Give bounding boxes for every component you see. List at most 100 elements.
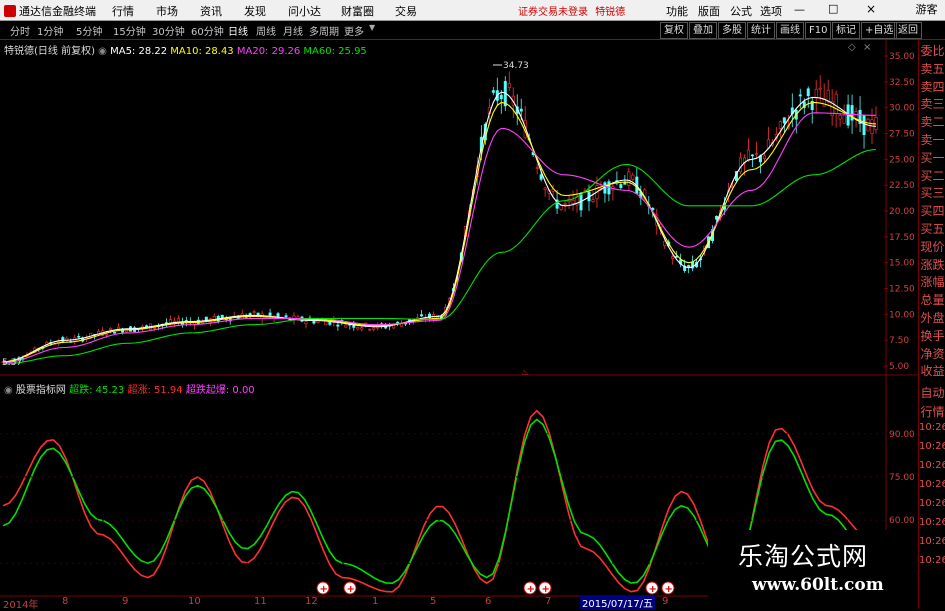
buy-signal-plus: + [665,584,673,595]
period-60min[interactable]: 60分钟 [191,23,224,38]
candle-body [559,205,563,210]
tool-mark[interactable]: 标记 [832,22,860,39]
chart-close-icon[interactable]: × [863,42,871,53]
period-1min[interactable]: 1分钟 [37,23,63,38]
info-label: 卖五 [920,61,945,76]
candle-body [754,153,758,155]
period-30min[interactable]: 30分钟 [152,23,185,38]
tool-stats[interactable]: 统计 [747,22,775,39]
legend-oversold: 超跌: 45.23 [69,385,125,396]
sub-legend-dot-icon: ◉ [4,385,13,396]
watermark-url: www.60lt.com [752,575,884,595]
low-price-label: 5.37 [2,358,22,368]
candle-body [838,114,842,120]
tool-f10[interactable]: F10 [805,22,832,39]
info-label: 换手 [920,328,945,343]
auto-quote-toggle[interactable]: 自动 [919,384,945,401]
guest-button[interactable]: 游客 [908,0,945,20]
menu-quotes[interactable]: 行情 [112,3,134,19]
app-title-text: 通达信金融终端 [19,5,96,18]
period-multi[interactable]: 多周期 [309,23,339,38]
login-notice: 证券交易未登录 特锐德 [518,3,625,18]
period-daily[interactable]: 日线 [228,23,248,38]
info-label: 买三 [920,186,945,201]
menu-function[interactable]: 功能 [666,3,688,19]
candle-body [563,202,567,205]
candle-body [746,149,750,161]
main-chart-legend: 特锐德(日线 前复权) ◉ MA5: 28.22 MA10: 28.43 MA2… [4,42,367,57]
minimize-icon[interactable]: — [794,3,805,16]
period-monthly[interactable]: 月线 [283,23,303,38]
x-label-8: 8 [62,596,69,607]
candle-body [284,315,288,317]
candle-body [619,184,623,188]
tick-time: 10:26 [919,498,945,509]
candle-body [814,88,818,99]
menu-news[interactable]: 资讯 [200,3,222,19]
main-y-tick: 5.00 [889,362,909,372]
close-icon[interactable]: × [866,2,876,16]
info-label: 买一 [920,150,945,165]
candle-body [324,320,328,326]
chart-settings-icon[interactable]: ◇ [848,42,856,53]
right-info-column: 委比 卖五 卖四 卖三 卖二 卖一 买一 买二 买三 买四 买五 现价 涨跌 涨幅 总量 外盘 换手 净资 收益 自动… [918,40,945,609]
candle-body [539,174,543,180]
maximize-icon[interactable]: □ [828,2,838,15]
info-label: 卖二 [920,115,945,130]
info-label: 现价 [920,239,945,254]
period-intraday[interactable]: 分时 [10,23,30,38]
info-label: 买五 [920,222,945,236]
candle-body [571,199,575,204]
menu-wealth[interactable]: 财富圈 [341,3,374,19]
candle-body [336,324,340,327]
info-label: 买四 [920,204,945,219]
tool-draw[interactable]: 画线 [776,22,804,39]
candle-body [268,312,272,316]
period-more[interactable]: 更多 [344,23,364,38]
x-label-9b: 9 [662,596,669,607]
candle-body [368,328,372,331]
info-label: 收益 [920,364,945,379]
tool-multi-stock[interactable]: 多股 [718,22,746,39]
candle-body [109,327,113,330]
tool-back[interactable]: 返回 [894,22,922,39]
candle-body [312,320,316,324]
legend-overbought: 超涨: 51.94 [127,385,183,396]
period-5min[interactable]: 5分钟 [76,23,102,38]
period-weekly[interactable]: 周线 [256,23,276,38]
main-y-tick: 25.00 [889,155,915,165]
candle-body [591,199,595,202]
main-y-tick: 35.00 [889,52,915,62]
menu-ask[interactable]: 问小达 [288,3,321,19]
menu-layout[interactable]: 版面 [698,3,720,19]
menu-market[interactable]: 市场 [156,3,178,19]
info-label: 卖四 [920,79,945,94]
period-toolbar: 分时 1分钟 5分钟 15分钟 30分钟 60分钟 日线 周线 月线 多周期 更… [0,21,945,40]
main-y-tick: 10.00 [889,310,915,320]
more-chevron-icon[interactable]: ▼ [369,23,375,32]
buy-signal-plus: + [320,584,328,595]
menu-discover[interactable]: 发现 [244,3,266,19]
menu-options[interactable]: 选项 [760,3,782,19]
buy-signal-plus: + [347,584,355,595]
candle-body [360,327,364,330]
tool-adjust[interactable]: 复权 [660,22,688,39]
menu-formula[interactable]: 公式 [730,3,752,19]
candle-body [762,155,766,159]
x-label-9: 9 [122,596,129,607]
candle-body [145,325,149,328]
menu-trade[interactable]: 交易 [395,3,417,19]
sub-y-tick: 60.00 [889,516,915,526]
x-label-7: 7 [545,596,552,607]
candle-body [750,154,754,157]
tool-overlay[interactable]: 叠加 [689,22,717,39]
main-y-tick: 12.50 [889,285,915,295]
auto-quote-toggle[interactable]: 行情 [919,403,945,420]
watermark-title: 乐淘公式网 [738,542,869,571]
period-15min[interactable]: 15分钟 [113,23,146,38]
legend-ma5: MA5: 28.22 [110,46,168,57]
tool-add-watchlist[interactable]: +自选 [861,22,898,39]
legend-dot-icon: ◉ [98,46,107,57]
app-logo-icon [4,5,16,17]
candle-body [105,333,109,336]
